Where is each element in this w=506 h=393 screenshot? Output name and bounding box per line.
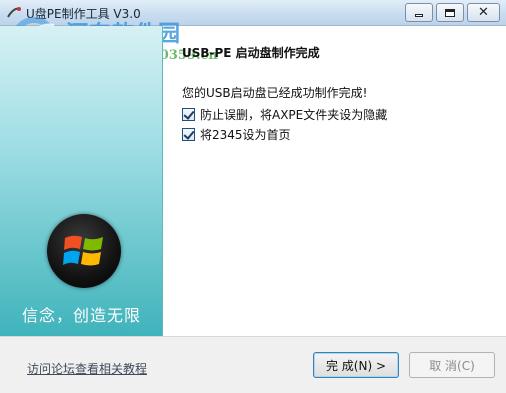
close-icon: ✕: [478, 5, 489, 20]
window-title: U盘PE制作工具 V3.0: [26, 7, 141, 21]
completion-message: 您的USB启动盘已经成功制作完成!: [182, 86, 368, 100]
windows-logo-icon: [47, 214, 121, 288]
minimize-icon: [415, 14, 423, 17]
slogan-text: 信念，创造无限: [21, 306, 141, 325]
hide-folder-label: 防止误删，将AXPE文件夹设为隐藏: [200, 108, 388, 122]
set-homepage-label: 将2345设为首页: [200, 128, 291, 142]
page-title: USB-PE 启动盘制作完成: [182, 46, 320, 60]
footer-bar: 访问论坛查看相关教程 完 成(N) > 取 消(C): [0, 336, 506, 393]
cancel-button[interactable]: 取 消(C): [409, 352, 495, 378]
close-button[interactable]: ✕: [467, 3, 500, 22]
sidebar-banner: 信念，创造无限: [0, 26, 163, 336]
app-icon: [7, 7, 21, 18]
minimize-button[interactable]: [405, 3, 433, 22]
finish-button[interactable]: 完 成(N) >: [313, 352, 399, 378]
forum-tutorial-link[interactable]: 访问论坛查看相关教程: [27, 360, 147, 377]
option-set-homepage[interactable]: 将2345设为首页: [182, 126, 291, 143]
title-bar[interactable]: U盘PE制作工具 V3.0 ✕: [0, 0, 506, 26]
hide-folder-checkbox[interactable]: [182, 108, 195, 121]
option-hide-folder[interactable]: 防止误删，将AXPE文件夹设为隐藏: [182, 106, 387, 123]
set-homepage-checkbox[interactable]: [182, 128, 195, 141]
maximize-button[interactable]: [436, 3, 464, 22]
maximize-icon: [445, 8, 455, 17]
